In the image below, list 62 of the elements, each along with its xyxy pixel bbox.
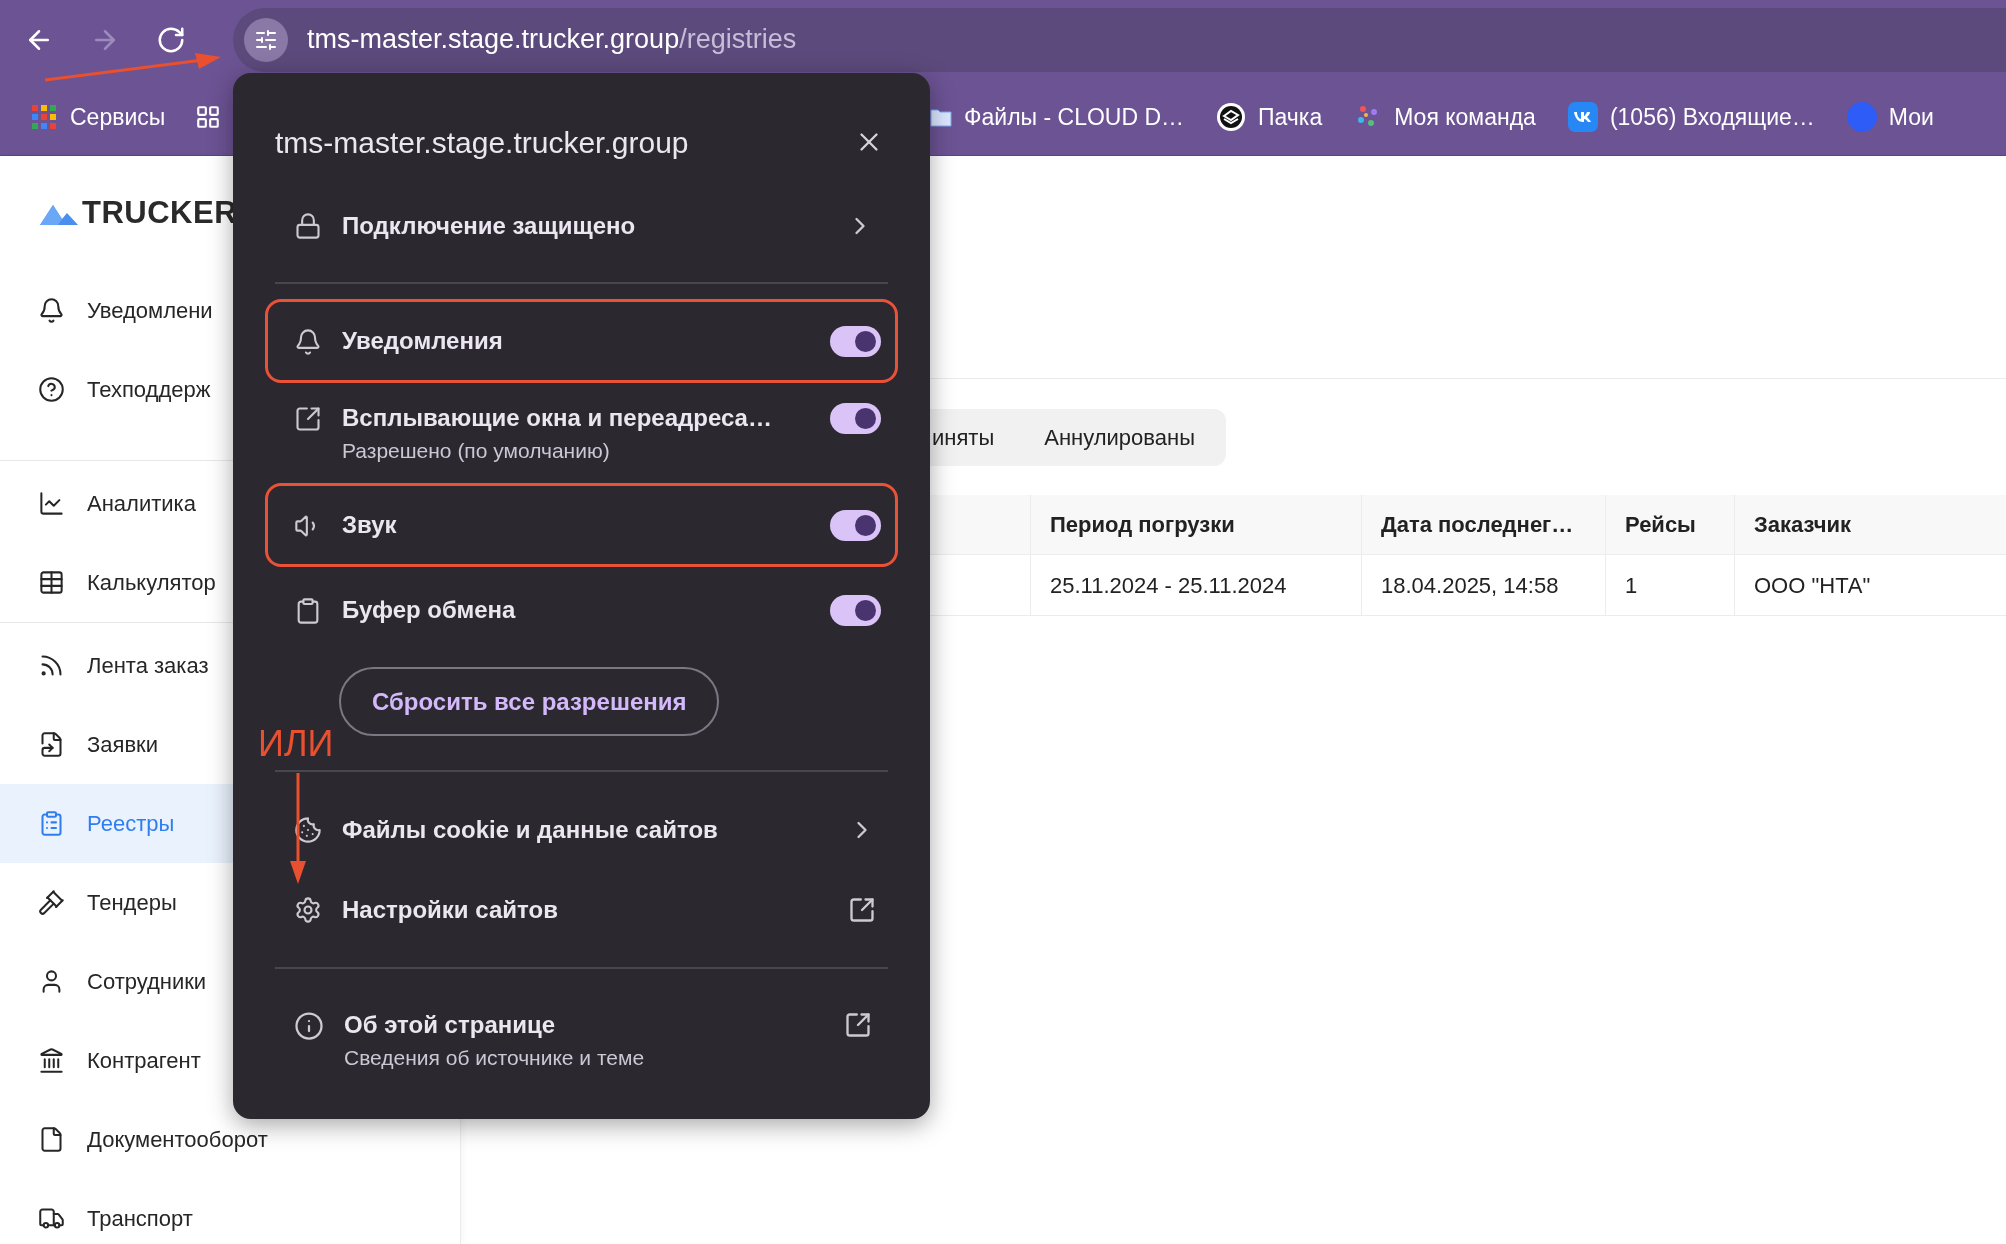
- table-header-cell: Рейсы: [1605, 495, 1734, 555]
- site-info-icon: [254, 27, 278, 52]
- popup-title: tms-master.stage.trucker.group: [275, 124, 689, 161]
- bell-icon: [38, 297, 65, 324]
- bookmark[interactable]: Пачка: [1216, 99, 1323, 135]
- permission-label: Уведомления: [342, 326, 504, 356]
- bookmark[interactable]: Мои: [1846, 99, 1934, 135]
- lock-icon: [294, 212, 322, 240]
- toggle-switch[interactable]: [830, 510, 881, 541]
- about-subtitle: Сведения об источнике и теме: [344, 1045, 646, 1071]
- annotation-text: ИЛИ: [258, 726, 334, 762]
- vk-logo-icon: [1567, 102, 1598, 132]
- gavel-icon: [38, 889, 65, 916]
- permission-label: Буфер обмена: [342, 595, 517, 625]
- folder-icon: [930, 107, 952, 127]
- logo-icon: [1216, 102, 1247, 132]
- sidebar-item[interactable]: Документооборот: [0, 1100, 460, 1179]
- reset-permissions-button[interactable]: Сбросить все разрешения: [339, 667, 720, 736]
- bookmark[interactable]: Моя команда: [1354, 99, 1536, 135]
- permission-label: Звук: [342, 510, 398, 540]
- clipboard-icon: [38, 810, 65, 837]
- table-header-cell: Дата последнег…: [1361, 495, 1605, 555]
- connection-row[interactable]: Подключение защищено: [265, 186, 898, 266]
- site-info-button[interactable]: [244, 17, 288, 62]
- table-cell: 18.04.2025, 14:58: [1361, 555, 1605, 616]
- bookmark[interactable]: Файлы - CLOUD D…: [930, 99, 1185, 135]
- grid-icon: [32, 105, 56, 129]
- external-link-icon: [848, 896, 876, 924]
- apps-icon[interactable]: [195, 104, 222, 130]
- info-icon: [294, 1011, 324, 1041]
- logo-icon: [1846, 102, 1877, 132]
- toggle-switch[interactable]: [830, 403, 881, 434]
- url-text: tms-master.stage.trucker.group/registries: [307, 23, 797, 57]
- table-icon: [38, 569, 65, 596]
- settings-icon: [294, 896, 322, 924]
- cookie-icon: [294, 816, 322, 844]
- table-header-cell: Период погрузки: [1030, 495, 1361, 555]
- sidebar-item[interactable]: Транспорт: [0, 1179, 460, 1244]
- bookmark[interactable]: (1056) Входящие…: [1567, 99, 1815, 135]
- popup-link-row[interactable]: Настройки сайтов: [265, 870, 898, 950]
- permission-label: Всплывающие окна и переадреса…: [342, 403, 773, 433]
- file-icon: [38, 1126, 65, 1153]
- status-tab[interactable]: Аннулированы: [1019, 415, 1220, 460]
- permission-status: Разрешено (по умолчанию): [342, 438, 611, 464]
- external-link-icon: [844, 1011, 872, 1039]
- popup-icon: [294, 405, 322, 433]
- building-icon: [38, 1047, 65, 1074]
- bell-icon: [294, 328, 322, 356]
- table-cell: ООО "НТА": [1734, 555, 2006, 616]
- table-cell: 1: [1605, 555, 1734, 616]
- toggle-switch[interactable]: [830, 326, 881, 357]
- toggle-switch[interactable]: [830, 595, 881, 626]
- chart-icon: [38, 490, 65, 517]
- about-title: Об этой странице: [344, 1010, 557, 1040]
- address-bar[interactable]: tms-master.stage.trucker.group/registries: [233, 7, 2006, 72]
- about-page-row[interactable]: Об этой странице Сведения об источнике и теме: [265, 989, 898, 1091]
- table-header-cell: Заказчик: [1734, 495, 2006, 555]
- help-icon: [38, 376, 65, 403]
- bookmark[interactable]: Сервисы: [32, 99, 166, 135]
- logo-text: TRUCKER: [82, 194, 238, 233]
- table-cell: 25.11.2024 - 25.11.2024: [1030, 555, 1361, 616]
- file-arrow-icon: [38, 731, 65, 758]
